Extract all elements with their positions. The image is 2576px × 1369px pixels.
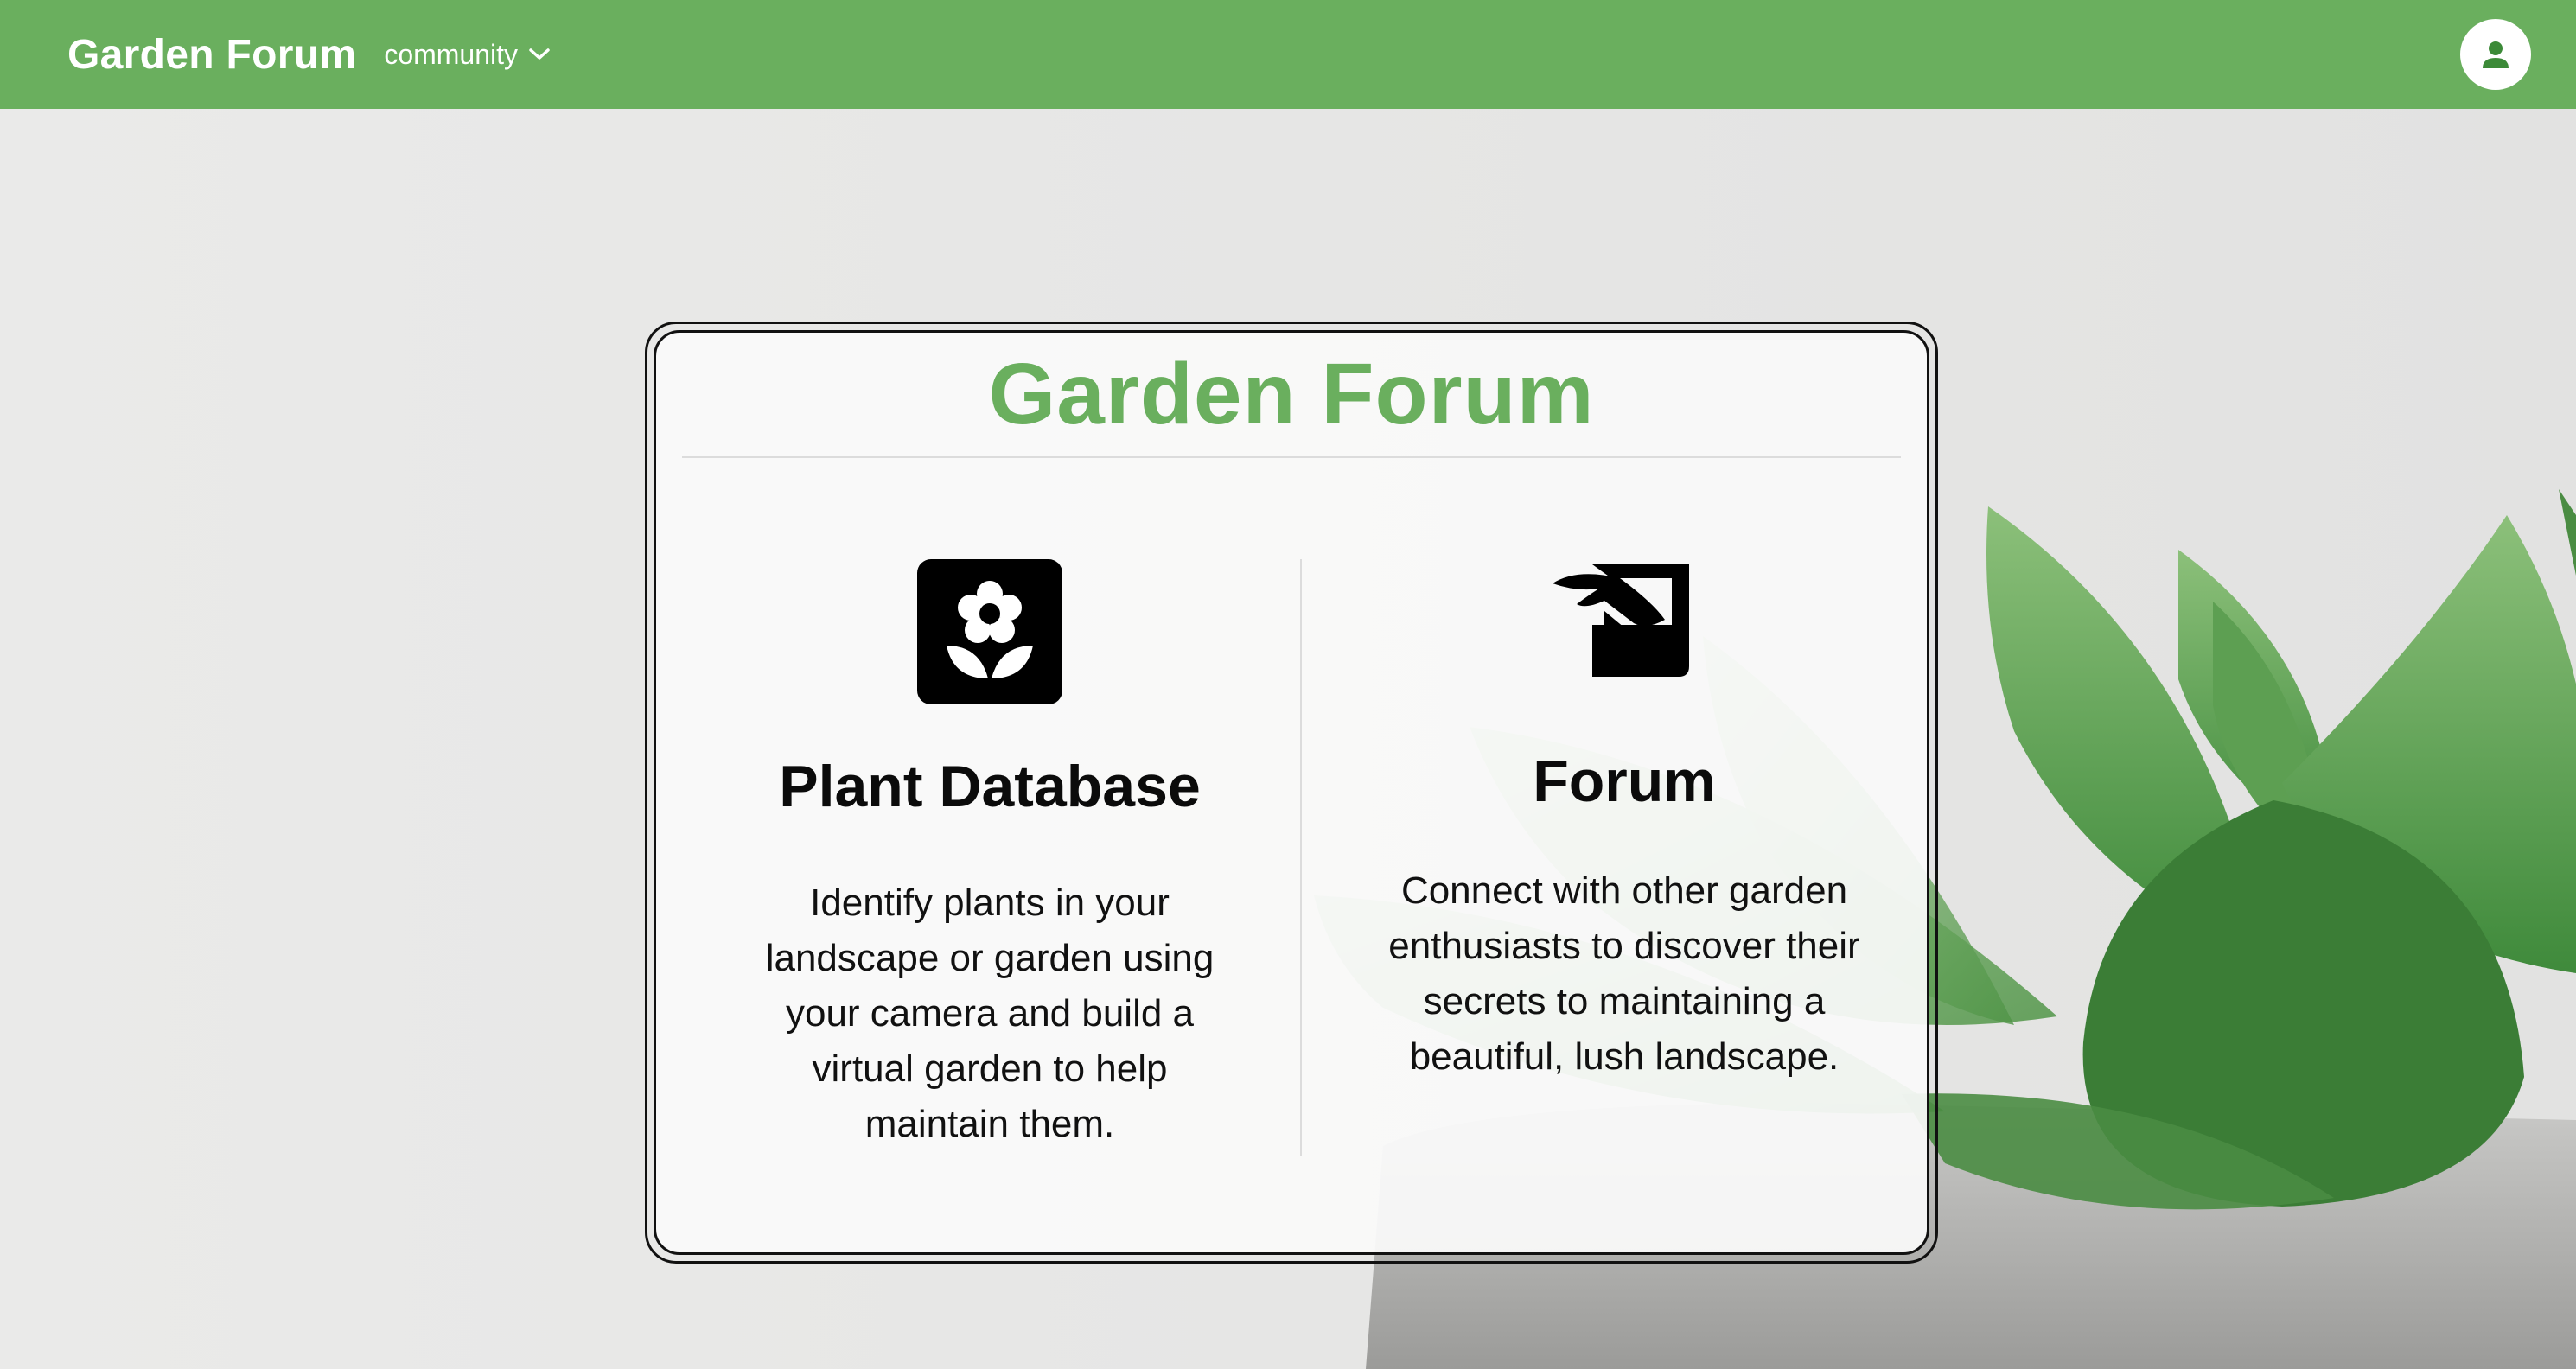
- sign-post-icon: [1553, 564, 1689, 677]
- column-divider: [1300, 559, 1302, 1156]
- brand-logo-text[interactable]: Garden Forum: [67, 31, 356, 79]
- flower-icon: [917, 559, 1062, 704]
- plant-database-heading: Plant Database: [779, 754, 1201, 819]
- plant-database-feature[interactable]: Plant Database Identify plants in your l…: [748, 559, 1232, 1152]
- feature-card-inner: Garden Forum Plant Database Identify pla…: [654, 330, 1929, 1255]
- forum-feature[interactable]: Forum Connect with other garden enthusia…: [1382, 559, 1866, 1085]
- person-icon: [2483, 41, 2509, 68]
- page: Garden Forum community Garden Forum Plan…: [0, 0, 2576, 1369]
- community-dropdown-label: community: [384, 38, 519, 70]
- forum-heading: Forum: [1533, 748, 1716, 814]
- plant-database-description: Identify plants in your landscape or gar…: [765, 882, 1215, 1145]
- top-nav-bar: Garden Forum community: [0, 0, 2576, 109]
- feature-card: Garden Forum Plant Database Identify pla…: [645, 322, 1938, 1264]
- community-dropdown[interactable]: community: [384, 39, 551, 71]
- forum-description: Connect with other garden enthusiasts to…: [1388, 869, 1860, 1078]
- chevron-down-icon: [529, 48, 550, 60]
- user-avatar-button[interactable]: [2460, 19, 2531, 90]
- card-title-divider: [682, 456, 1901, 458]
- card-title: Garden Forum: [988, 346, 1595, 443]
